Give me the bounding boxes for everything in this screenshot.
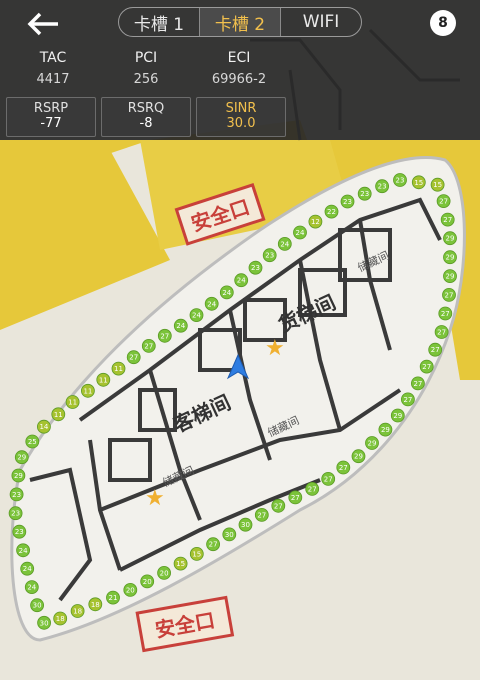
trace-value: 15 bbox=[192, 550, 201, 558]
rsrq-label: RSRQ bbox=[127, 101, 165, 116]
trace-value: 24 bbox=[176, 322, 185, 330]
trace-value: 15 bbox=[176, 560, 185, 568]
trace-value: 23 bbox=[265, 252, 274, 260]
trace-value: 27 bbox=[291, 494, 300, 502]
trace-value: 29 bbox=[446, 254, 455, 262]
sinr-label: SINR bbox=[225, 101, 257, 116]
trace-value: 24 bbox=[192, 312, 201, 320]
pci-info: PCI 256 bbox=[101, 50, 191, 87]
trace-value: 30 bbox=[241, 521, 250, 529]
trace-value: 27 bbox=[445, 291, 454, 299]
trace-value: 22 bbox=[327, 208, 336, 216]
trace-value: 29 bbox=[446, 235, 455, 243]
trace-value: 24 bbox=[207, 300, 216, 308]
trace-value: 27 bbox=[144, 342, 153, 350]
trace-value: 27 bbox=[443, 216, 452, 224]
rsrq-value: -8 bbox=[139, 116, 153, 131]
eci-info: ECI 69966-2 bbox=[194, 50, 284, 87]
trace-value: 24 bbox=[222, 289, 231, 297]
tab-wifi[interactable]: WIFI bbox=[281, 8, 361, 36]
trace-value: 27 bbox=[403, 396, 412, 404]
tab-sim1[interactable]: 卡槽 1 bbox=[119, 8, 200, 36]
trace-value: 25 bbox=[28, 438, 37, 446]
trace-value: 27 bbox=[413, 380, 422, 388]
trace-value: 27 bbox=[274, 502, 283, 510]
trace-value: 11 bbox=[99, 376, 108, 384]
trace-value: 11 bbox=[83, 387, 92, 395]
count-badge: 8 bbox=[430, 10, 456, 36]
sim-tab-selector: 卡槽 1 卡槽 2 WIFI bbox=[118, 7, 362, 37]
info-panel: 卡槽 1 卡槽 2 WIFI 8 TAC 4417 PCI 256 ECI 69… bbox=[0, 0, 480, 140]
trace-value: 29 bbox=[393, 412, 402, 420]
trace-value: 27 bbox=[439, 198, 448, 206]
trace-value: 23 bbox=[251, 264, 260, 272]
star-marker-icon: ★ bbox=[265, 336, 285, 361]
pci-label: PCI bbox=[134, 50, 158, 66]
trace-value: 23 bbox=[378, 183, 387, 191]
trace-value: 27 bbox=[257, 511, 266, 519]
trace-value: 23 bbox=[15, 528, 24, 536]
trace-value: 24 bbox=[296, 229, 305, 237]
trace-value: 18 bbox=[73, 608, 82, 616]
trace-value: 23 bbox=[343, 198, 352, 206]
trace-value: 24 bbox=[237, 277, 246, 285]
trace-value: 24 bbox=[27, 584, 36, 592]
sinr-box: SINR 30.0 bbox=[196, 97, 286, 137]
trace-value: 29 bbox=[381, 426, 390, 434]
rsrp-label: RSRP bbox=[33, 101, 69, 116]
trace-value: 29 bbox=[446, 273, 455, 281]
trace-value: 21 bbox=[109, 594, 118, 602]
trace-value: 18 bbox=[56, 615, 65, 623]
trace-value: 12 bbox=[311, 218, 320, 226]
tac-label: TAC bbox=[39, 50, 67, 66]
back-arrow-icon[interactable] bbox=[24, 8, 64, 40]
trace-value: 27 bbox=[209, 541, 218, 549]
trace-value: 29 bbox=[354, 453, 363, 461]
trace-value: 23 bbox=[11, 510, 20, 518]
trace-value: 29 bbox=[14, 472, 23, 480]
trace-value: 27 bbox=[437, 329, 446, 337]
trace-value: 24 bbox=[23, 565, 32, 573]
pci-value: 256 bbox=[133, 72, 159, 87]
trace-value: 27 bbox=[129, 354, 138, 362]
sinr-value: 30.0 bbox=[226, 116, 256, 131]
trace-value: 18 bbox=[91, 601, 100, 609]
eci-label: ECI bbox=[227, 50, 251, 66]
trace-value: 14 bbox=[39, 423, 48, 431]
trace-value: 23 bbox=[12, 491, 21, 499]
trace-value: 30 bbox=[40, 619, 49, 627]
trace-value: 30 bbox=[225, 531, 234, 539]
trace-value: 15 bbox=[433, 181, 442, 189]
trace-value: 11 bbox=[114, 365, 123, 373]
trace-value: 27 bbox=[324, 475, 333, 483]
trace-value: 23 bbox=[360, 190, 369, 198]
trace-value: 27 bbox=[160, 332, 169, 340]
trace-value: 27 bbox=[441, 310, 450, 318]
trace-value: 23 bbox=[396, 177, 405, 185]
rsrp-value: -77 bbox=[40, 116, 62, 131]
trace-value: 15 bbox=[414, 179, 423, 187]
trace-value: 30 bbox=[33, 602, 42, 610]
trace-value: 29 bbox=[368, 440, 377, 448]
eci-value: 69966-2 bbox=[211, 72, 267, 87]
trace-value: 20 bbox=[126, 586, 135, 594]
trace-value: 24 bbox=[19, 547, 28, 555]
trace-value: 27 bbox=[308, 485, 317, 493]
tab-sim2[interactable]: 卡槽 2 bbox=[200, 8, 281, 36]
trace-value: 20 bbox=[143, 578, 152, 586]
trace-value: 11 bbox=[68, 399, 77, 407]
trace-value: 29 bbox=[17, 454, 26, 462]
tac-value: 4417 bbox=[36, 72, 70, 87]
trace-value: 20 bbox=[160, 569, 169, 577]
trace-value: 24 bbox=[280, 240, 289, 248]
trace-value: 11 bbox=[54, 411, 63, 419]
star-marker-icon: ★ bbox=[145, 486, 165, 511]
tac-info: TAC 4417 bbox=[8, 50, 98, 87]
trace-value: 27 bbox=[422, 363, 431, 371]
trace-value: 27 bbox=[339, 464, 348, 472]
rsrq-box: RSRQ -8 bbox=[101, 97, 191, 137]
rsrp-box: RSRP -77 bbox=[6, 97, 96, 137]
trace-value: 27 bbox=[431, 346, 440, 354]
